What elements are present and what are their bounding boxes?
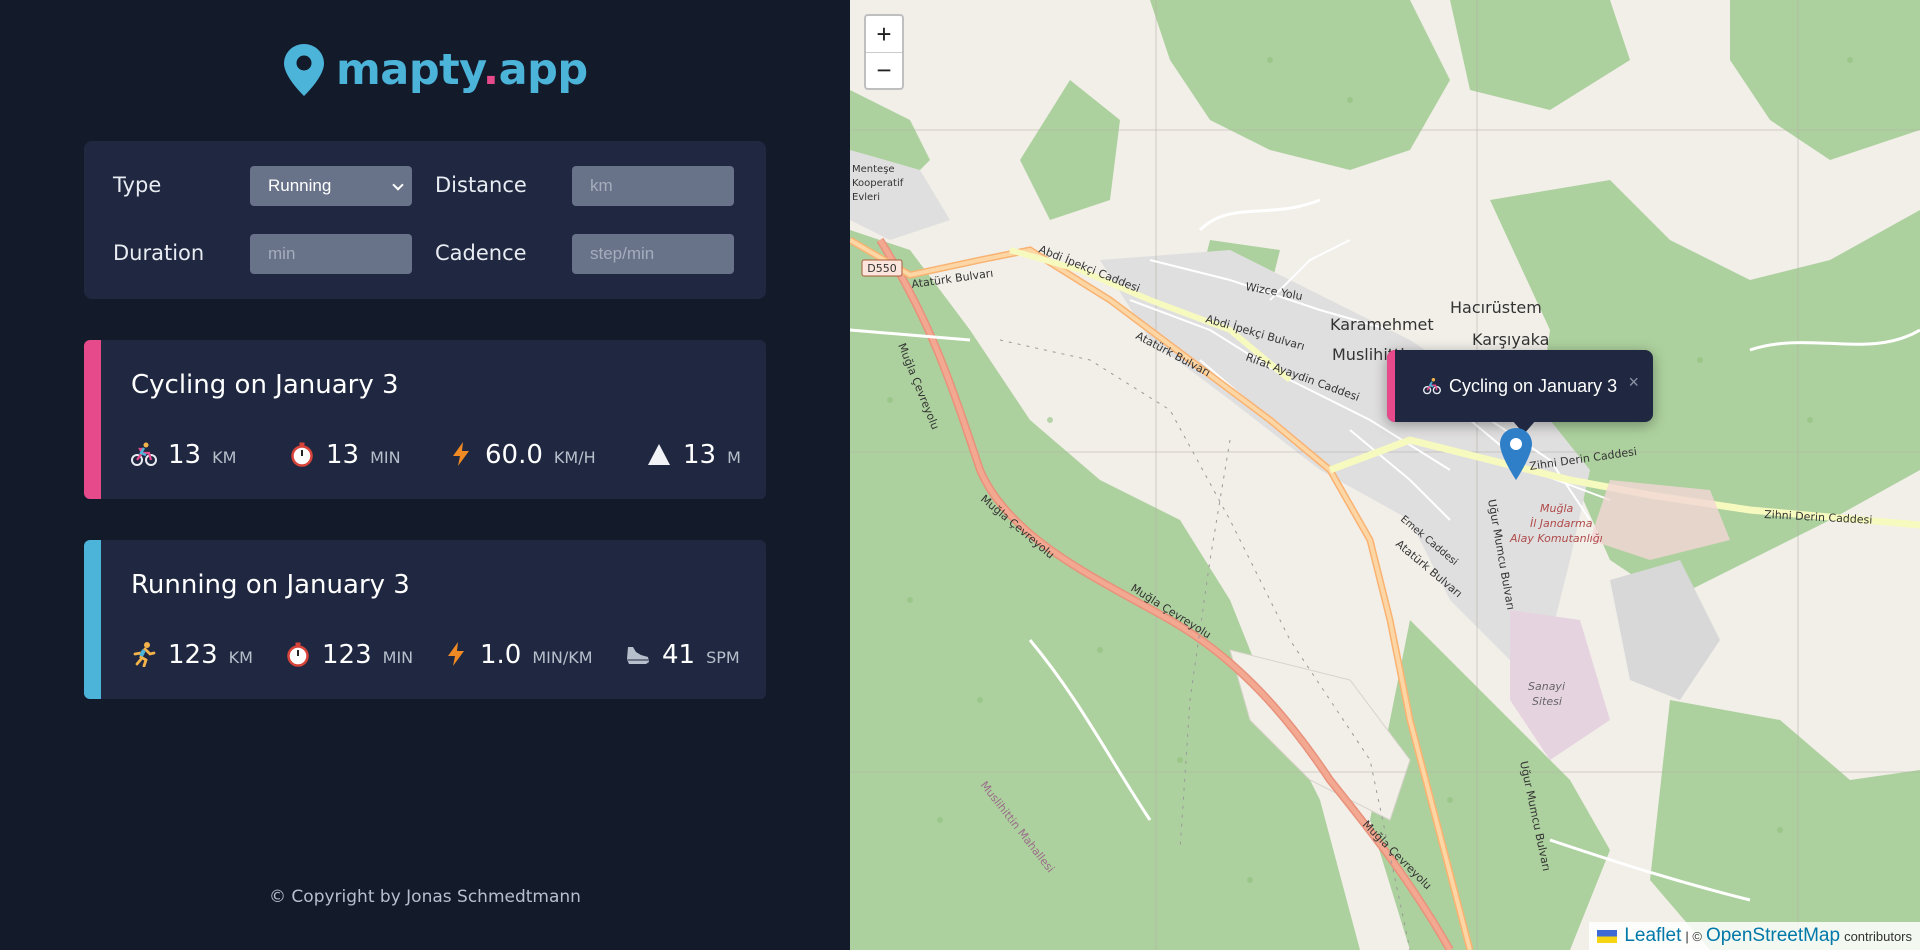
logo-text: mapty.app <box>336 45 588 95</box>
copyright: © Copyright by Jonas Schmedtmann <box>269 887 581 907</box>
label-sanayi-2: Sitesi <box>1532 695 1562 708</box>
logo-dot: . <box>482 45 499 95</box>
lightning-icon <box>448 642 464 666</box>
detail-unit: MIN <box>370 448 401 467</box>
workout-running[interactable]: Running on January 3 123 KM 123 MIN 1.0 <box>84 540 766 699</box>
workout-detail-distance: 123 KM <box>131 637 253 670</box>
label-mentese-1: Menteşe <box>852 164 895 175</box>
zoom-control: + − <box>864 14 904 90</box>
label-hacirustem: Hacırüstem <box>1450 298 1542 317</box>
cyclist-icon <box>1423 378 1441 395</box>
workout-detail-elevation: 13 M <box>646 437 741 470</box>
detail-value: 123 <box>168 640 218 670</box>
shoe-icon <box>627 647 649 664</box>
osm-link[interactable]: OpenStreetMap <box>1706 925 1840 947</box>
ukraine-flag-icon <box>1597 929 1618 943</box>
detail-unit: MIN <box>382 648 414 667</box>
type-select[interactable]: Running <box>250 166 412 206</box>
distance-placeholder: km <box>590 176 613 195</box>
detail-value: 13 <box>326 440 360 470</box>
workout-cycling[interactable]: Cycling on January 3 13 KM 13 MIN 60.0 K… <box>84 340 766 499</box>
label-sanayi-1: Sanayi <box>1528 680 1565 693</box>
detail-value: 13 <box>683 440 717 470</box>
workout-title: Cycling on January 3 <box>131 370 399 400</box>
cadence-placeholder: step/min <box>590 244 655 263</box>
detail-value: 1.0 <box>480 640 522 670</box>
map-marker-icon[interactable] <box>1500 428 1532 480</box>
map-tiles[interactable]: D550 Atatürk Bulvarı Atatürk Bulvarı Ata… <box>850 0 1920 950</box>
distance-label: Distance <box>435 173 527 197</box>
workout-detail-distance: 13 KM <box>131 437 236 470</box>
lightning-icon <box>453 442 469 466</box>
map-attribution: Leaflet | © OpenStreetMap contributors <box>1589 922 1920 950</box>
cadence-label: Cadence <box>435 241 527 265</box>
detail-unit: SPM <box>706 648 740 667</box>
zoom-out-button[interactable]: − <box>866 52 902 88</box>
logo-main: mapty <box>336 45 483 95</box>
distance-input[interactable]: km <box>572 166 734 206</box>
workout-title: Running on January 3 <box>131 570 410 600</box>
detail-unit: KM <box>228 648 253 667</box>
zoom-in-button[interactable]: + <box>866 16 902 52</box>
workout-detail-speed: 60.0 KM/H <box>448 437 596 470</box>
type-select-value: Running <box>268 176 332 195</box>
label-d550: D550 <box>867 262 896 275</box>
label-jandarma-2: İl Jandarma <box>1530 517 1593 530</box>
duration-placeholder: min <box>268 244 296 263</box>
workout-detail-duration: 123 MIN <box>285 637 413 670</box>
sidebar: mapty.app Type Running Distance km Durat… <box>0 0 850 950</box>
workout-detail-cadence: 41 SPM <box>625 637 740 670</box>
workout-form: Type Running Distance km Duration min Ca… <box>84 141 766 299</box>
workout-type-bar <box>84 540 101 699</box>
label-mentese-2: Kooperatif <box>852 178 904 189</box>
workout-detail-duration: 13 MIN <box>289 437 401 470</box>
detail-unit: M <box>727 448 741 467</box>
detail-value: 41 <box>662 640 696 670</box>
label-karamehmet: Karamehmet <box>1330 315 1434 334</box>
leaflet-link[interactable]: Leaflet <box>1624 925 1681 947</box>
label-jandarma-1: Muğla <box>1540 502 1574 515</box>
workout-popup[interactable]: Cycling on January 3 × <box>1387 350 1653 434</box>
cyclist-icon <box>131 442 157 466</box>
detail-unit: KM/H <box>553 448 596 467</box>
stopwatch-icon <box>291 442 313 467</box>
mountain-icon <box>648 444 670 465</box>
type-label: Type <box>113 173 162 197</box>
stopwatch-icon <box>287 642 309 667</box>
label-mentese-3: Evleri <box>852 192 880 203</box>
map-pin-icon <box>284 44 324 96</box>
label-karsiyaka: Karşıyaka <box>1472 330 1549 349</box>
cadence-input[interactable]: step/min <box>572 234 734 274</box>
logo: mapty.app <box>284 44 588 96</box>
attribution-suffix: contributors <box>1844 928 1912 944</box>
popup-content: Cycling on January 3 <box>1423 350 1617 422</box>
logo-tld: app <box>498 45 589 95</box>
popup-label: Cycling on January 3 <box>1449 375 1618 396</box>
chevron-down-icon <box>392 179 404 191</box>
attribution-separator: | © <box>1685 928 1702 944</box>
workout-type-bar <box>84 340 101 499</box>
label-jandarma-3: Alay Komutanlığı <box>1509 532 1603 545</box>
map[interactable]: D550 Atatürk Bulvarı Atatürk Bulvarı Ata… <box>850 0 1920 950</box>
detail-value: 123 <box>322 640 372 670</box>
close-icon[interactable]: × <box>1628 372 1639 393</box>
duration-input[interactable]: min <box>250 234 412 274</box>
detail-unit: MIN/KM <box>532 648 593 667</box>
runner-icon <box>133 642 156 667</box>
popup-type-bar <box>1387 350 1395 422</box>
road-shield-d550: D550 <box>861 259 903 277</box>
detail-value: 60.0 <box>485 440 543 470</box>
duration-label: Duration <box>113 241 205 265</box>
workout-detail-pace: 1.0 MIN/KM <box>443 637 593 670</box>
detail-unit: KM <box>212 448 237 467</box>
detail-value: 13 <box>168 440 202 470</box>
